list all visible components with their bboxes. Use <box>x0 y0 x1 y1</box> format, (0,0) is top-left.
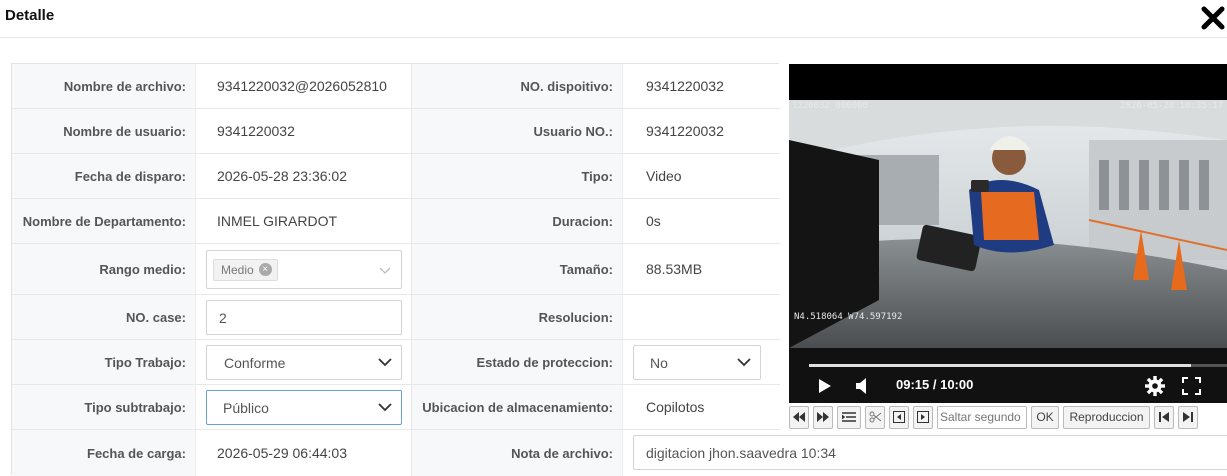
fast-forward-icon <box>817 412 829 422</box>
file-note-label: Nota de archivo: <box>411 430 622 476</box>
playback-button[interactable]: Reproduccion <box>1063 405 1150 429</box>
playback-toolbar: OK Reproduccion <box>789 404 1227 430</box>
chevron-down-icon <box>379 267 391 274</box>
tag-remove-icon[interactable]: × <box>258 263 272 276</box>
resolution-label: Resolucion: <box>411 295 622 339</box>
protection-state-label: Estado de proteccion: <box>411 340 622 384</box>
file-note-cell: digitacion jhon.saavedra 10:34 <box>622 430 1227 476</box>
form-row: Fecha de carga: 2026-05-29 06:44:03 Nota… <box>12 430 1227 476</box>
protection-state-cell: No <box>622 340 780 384</box>
seek-seconds-field[interactable] <box>937 405 1027 429</box>
case-no-cell: 2 <box>195 295 411 339</box>
skip-start-icon <box>1159 412 1169 422</box>
storage-location-label: Ubicacion de almacenamiento: <box>411 385 622 429</box>
media-range-tag: Medio × <box>213 258 278 281</box>
prev-frame-icon <box>893 411 905 423</box>
subwork-type-selected: Público <box>223 399 269 416</box>
storage-location-value: Copilotos <box>622 385 780 429</box>
protection-state-select[interactable]: No <box>633 345 761 380</box>
user-no-value: 9341220032 <box>622 109 780 153</box>
osd-gps-text: N4.518064 W74.597192 <box>794 312 903 322</box>
work-type-label: Tipo Trabajo: <box>12 340 195 384</box>
dialog-header: Detalle <box>0 0 1227 38</box>
media-range-tag-label: Medio <box>221 262 254 277</box>
work-type-cell: Conforme <box>195 340 411 384</box>
form-row: Rango medio: Medio × Tamaño: 88.53MB <box>12 244 780 295</box>
player-controls: 09:15 / 10:00 <box>789 348 1227 403</box>
subwork-type-select[interactable]: Público <box>206 390 402 425</box>
time-display: 09:15 / 10:00 <box>896 377 974 392</box>
osd-timestamp-text: 2026-05-28 10:35:17 <box>1120 101 1223 111</box>
skip-end-icon <box>1183 412 1193 422</box>
resolution-value <box>622 295 780 339</box>
chevron-down-icon <box>737 358 751 367</box>
form-row: Fecha de disparo: 2026-05-28 23:36:02 Ti… <box>12 154 780 199</box>
rewind-button[interactable] <box>789 405 809 429</box>
skip-end-button[interactable] <box>1178 405 1198 429</box>
upload-date-label: Fecha de carga: <box>12 430 195 476</box>
next-frame-button[interactable] <box>913 405 933 429</box>
osd-device-text: 1220032_000000 <box>792 101 868 111</box>
protection-state-selected: No <box>650 354 668 371</box>
duration-label: Duracion: <box>411 199 622 243</box>
size-value: 88.53MB <box>622 244 780 294</box>
scissors-icon <box>869 411 881 423</box>
size-label: Tamaño: <box>411 244 622 294</box>
chevron-down-icon <box>378 358 392 367</box>
username-label: Nombre de usuario: <box>12 109 195 153</box>
case-no-label: NO. case: <box>12 295 195 339</box>
user-no-label: Usuario NO.: <box>411 109 622 153</box>
progress-fill <box>809 364 1192 367</box>
dialog-title: Detalle <box>5 7 55 24</box>
form-row: Nombre de Departamento: INMEL GIRARDOT D… <box>12 199 780 244</box>
username-value: 9341220032 <box>195 109 411 153</box>
work-type-select[interactable]: Conforme <box>206 345 402 380</box>
type-value: Video <box>622 154 780 198</box>
fullscreen-icon[interactable] <box>1182 377 1201 395</box>
trigger-date-value: 2026-05-28 23:36:02 <box>195 154 411 198</box>
duration-value: 0s <box>622 199 780 243</box>
fast-forward-button[interactable] <box>813 405 833 429</box>
department-label: Nombre de Departamento: <box>12 199 195 243</box>
work-type-selected: Conforme <box>224 354 286 371</box>
device-no-label: NO. dispoitivo: <box>411 64 622 108</box>
ok-button[interactable]: OK <box>1031 405 1059 429</box>
volume-icon[interactable] <box>855 378 871 394</box>
device-no-value: 9341220032 <box>622 64 780 108</box>
case-no-input[interactable]: 2 <box>206 300 402 335</box>
media-range-cell: Medio × <box>195 244 411 294</box>
list-icon <box>842 412 856 422</box>
form-row: NO. case: 2 Resolucion: <box>12 295 780 340</box>
video-player[interactable]: 1220032_000000 2026-05-28 10:35:17 N4.51… <box>789 64 1227 403</box>
filename-label: Nombre de archivo: <box>12 64 195 108</box>
detail-form: Nombre de archivo: 9341220032@2026052810… <box>11 63 1227 476</box>
prev-frame-button[interactable] <box>889 405 909 429</box>
settings-gear-icon[interactable] <box>1145 376 1165 396</box>
media-range-select[interactable]: Medio × <box>206 250 402 289</box>
subwork-type-cell: Público <box>195 385 411 429</box>
department-value: INMEL GIRARDOT <box>195 199 411 243</box>
trigger-date-label: Fecha de disparo: <box>12 154 195 198</box>
list-button[interactable] <box>837 405 861 429</box>
upload-date-value: 2026-05-29 06:44:03 <box>195 430 411 476</box>
form-row: Tipo Trabajo: Conforme Estado de protecc… <box>12 340 780 385</box>
subwork-type-label: Tipo subtrabajo: <box>12 385 195 429</box>
next-frame-icon <box>917 411 929 423</box>
cut-button[interactable] <box>865 405 885 429</box>
close-x-icon[interactable] <box>1199 3 1227 31</box>
filename-value: 9341220032@2026052810 <box>195 64 411 108</box>
video-frame <box>789 100 1227 348</box>
rewind-icon <box>793 412 805 422</box>
play-icon[interactable] <box>818 378 832 394</box>
progress-bar[interactable] <box>809 364 1227 367</box>
form-row: Nombre de archivo: 9341220032@2026052810… <box>12 64 780 109</box>
form-row: Nombre de usuario: 9341220032 Usuario NO… <box>12 109 780 154</box>
seek-seconds-input[interactable] <box>938 406 1026 428</box>
skip-start-button[interactable] <box>1154 405 1174 429</box>
media-range-label: Rango medio: <box>12 244 195 294</box>
type-label: Tipo: <box>411 154 622 198</box>
chevron-down-icon <box>378 403 392 412</box>
file-note-input[interactable]: digitacion jhon.saavedra 10:34 <box>633 435 1227 470</box>
form-row: Tipo subtrabajo: Público Ubicacion de al… <box>12 385 780 430</box>
